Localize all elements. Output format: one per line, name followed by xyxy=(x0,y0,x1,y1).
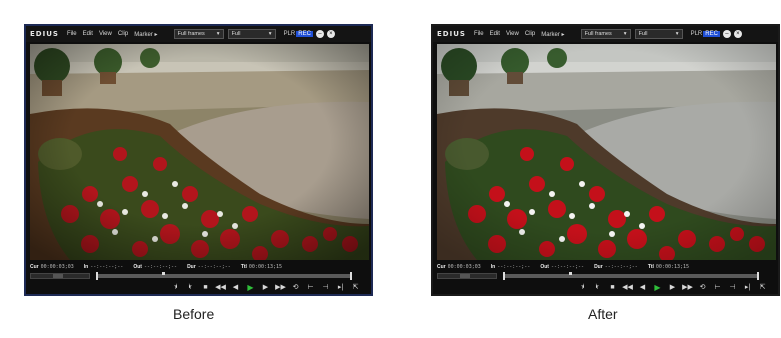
menu-file[interactable]: File xyxy=(67,31,77,37)
app-logo: EDIUS xyxy=(437,30,466,38)
chevron-down-icon: ▾ xyxy=(216,31,220,37)
menu-clip[interactable]: Clip xyxy=(525,31,535,37)
menu-file[interactable]: File xyxy=(474,31,484,37)
shuttle-slider[interactable] xyxy=(437,273,497,279)
timecode-in: In --:--:--;-- xyxy=(490,263,531,270)
step-forward-icon[interactable]: ▶ xyxy=(258,282,273,294)
menu-bar: EDIUS File Edit View Clip Marker ▸ Full … xyxy=(26,26,371,42)
video-preview xyxy=(437,44,776,260)
menu-bar: EDIUS File Edit View Clip Marker ▸ Full … xyxy=(433,26,778,42)
export-icon[interactable]: ⇱ xyxy=(348,282,363,294)
seek-end-marker xyxy=(350,272,352,280)
step-back-icon[interactable]: ◀ xyxy=(635,282,650,294)
video-preview xyxy=(30,44,369,260)
zoom-dropdown[interactable]: Full ▾ xyxy=(634,29,683,39)
chevron-down-icon: ▾ xyxy=(268,31,272,37)
shuttle-slider[interactable] xyxy=(30,273,90,279)
loop-play-icon[interactable]: ⟲ xyxy=(288,282,303,294)
play-icon[interactable]: ▶ xyxy=(243,282,258,294)
rec-toggle[interactable]: REC xyxy=(703,31,720,37)
seek-track[interactable] xyxy=(503,274,759,278)
timecode-out: Out --:--:--;-- xyxy=(133,263,178,270)
garden-photo xyxy=(437,44,776,260)
plr-toggle[interactable]: PLR xyxy=(691,31,703,37)
seek-end-marker xyxy=(757,272,759,280)
menu-edit[interactable]: Edit xyxy=(83,31,93,37)
timecode-cur: Cur 00:00:03;03 xyxy=(437,263,481,270)
mark-out-icon[interactable]: ⯩ xyxy=(590,282,605,294)
zoom-dropdown[interactable]: Full ▾ xyxy=(227,29,276,39)
chevron-down-icon: ▾ xyxy=(623,31,627,37)
step-forward-icon[interactable]: ▶ xyxy=(665,282,680,294)
playhead-icon[interactable] xyxy=(569,272,572,275)
overwrite-icon[interactable]: ⊣ xyxy=(318,282,333,294)
frames-dropdown[interactable]: Full frames ▾ xyxy=(580,29,631,39)
rewind-icon[interactable]: ◀◀ xyxy=(213,282,228,294)
seek-bar[interactable] xyxy=(437,272,776,280)
play-icon[interactable]: ▶ xyxy=(650,282,665,294)
timecode-dur: Dur --:--:--;-- xyxy=(594,263,638,270)
transport-controls: ⯨ ⯩ ■ ◀◀ ◀ ▶ ▶ ▶▶ ⟲ ⊢ ⊣ ▸| ⇱ xyxy=(30,281,369,295)
overwrite-icon[interactable]: ⊣ xyxy=(725,282,740,294)
timecode-bar: Cur 00:00:03;03 In --:--:--;-- Out --:--:--… xyxy=(437,262,776,271)
player-window-after: EDIUS File Edit View Clip Marker ▸ Full … xyxy=(431,24,780,296)
stop-icon[interactable]: ■ xyxy=(198,282,213,294)
stop-icon[interactable]: ■ xyxy=(605,282,620,294)
timecode-cur: Cur 00:00:03;03 xyxy=(30,263,74,270)
zoom-dropdown-value: Full xyxy=(638,31,648,37)
menu-marker[interactable]: Marker ▸ xyxy=(541,31,564,38)
playhead-icon[interactable] xyxy=(162,272,165,275)
chevron-down-icon: ▾ xyxy=(675,31,679,37)
player-window-before: EDIUS File Edit View Clip Marker ▸ Full … xyxy=(24,24,373,296)
app-logo: EDIUS xyxy=(30,30,59,38)
zoom-dropdown-value: Full xyxy=(231,31,241,37)
plr-toggle[interactable]: PLR xyxy=(284,31,296,37)
menu-view[interactable]: View xyxy=(506,31,519,37)
frames-dropdown[interactable]: Full frames ▾ xyxy=(173,29,224,39)
menu-clip[interactable]: Clip xyxy=(118,31,128,37)
insert-icon[interactable]: ⊢ xyxy=(710,282,725,294)
fast-forward-icon[interactable]: ▶▶ xyxy=(680,282,695,294)
export-icon[interactable]: ⇱ xyxy=(755,282,770,294)
match-frame-icon[interactable]: ▸| xyxy=(333,282,348,294)
fast-forward-icon[interactable]: ▶▶ xyxy=(273,282,288,294)
frames-dropdown-value: Full frames xyxy=(584,31,612,37)
mark-in-icon[interactable]: ⯨ xyxy=(575,282,590,294)
transport-controls: ⯨ ⯩ ■ ◀◀ ◀ ▶ ▶ ▶▶ ⟲ ⊢ ⊣ ▸| ⇱ xyxy=(437,281,776,295)
caption-before: Before xyxy=(173,306,215,322)
seek-start-marker xyxy=(503,272,505,280)
timecode-bar: Cur 00:00:03;03 In --:--:--;-- Out --:--:--… xyxy=(30,262,369,271)
menu-marker[interactable]: Marker ▸ xyxy=(134,31,157,38)
timecode-out: Out --:--:--;-- xyxy=(540,263,585,270)
menu-edit[interactable]: Edit xyxy=(490,31,500,37)
step-back-icon[interactable]: ◀ xyxy=(228,282,243,294)
close-icon[interactable]: × xyxy=(326,30,335,38)
mark-out-icon[interactable]: ⯩ xyxy=(183,282,198,294)
minimize-icon[interactable]: – xyxy=(315,30,324,38)
close-icon[interactable]: × xyxy=(733,30,742,38)
seek-track[interactable] xyxy=(96,274,352,278)
timecode-in: In --:--:--;-- xyxy=(83,263,124,270)
timecode-dur: Dur --:--:--;-- xyxy=(187,263,231,270)
rewind-icon[interactable]: ◀◀ xyxy=(620,282,635,294)
garden-photo xyxy=(30,44,369,260)
minimize-icon[interactable]: – xyxy=(722,30,731,38)
loop-play-icon[interactable]: ⟲ xyxy=(695,282,710,294)
rec-toggle[interactable]: REC xyxy=(296,31,313,37)
seek-bar[interactable] xyxy=(30,272,369,280)
mark-in-icon[interactable]: ⯨ xyxy=(168,282,183,294)
frames-dropdown-value: Full frames xyxy=(177,31,205,37)
seek-start-marker xyxy=(96,272,98,280)
timecode-ttl: Ttl 00:00:13;15 xyxy=(647,263,690,270)
caption-after: After xyxy=(588,306,618,322)
insert-icon[interactable]: ⊢ xyxy=(303,282,318,294)
menu-view[interactable]: View xyxy=(99,31,112,37)
timecode-ttl: Ttl 00:00:13;15 xyxy=(240,263,283,270)
match-frame-icon[interactable]: ▸| xyxy=(740,282,755,294)
